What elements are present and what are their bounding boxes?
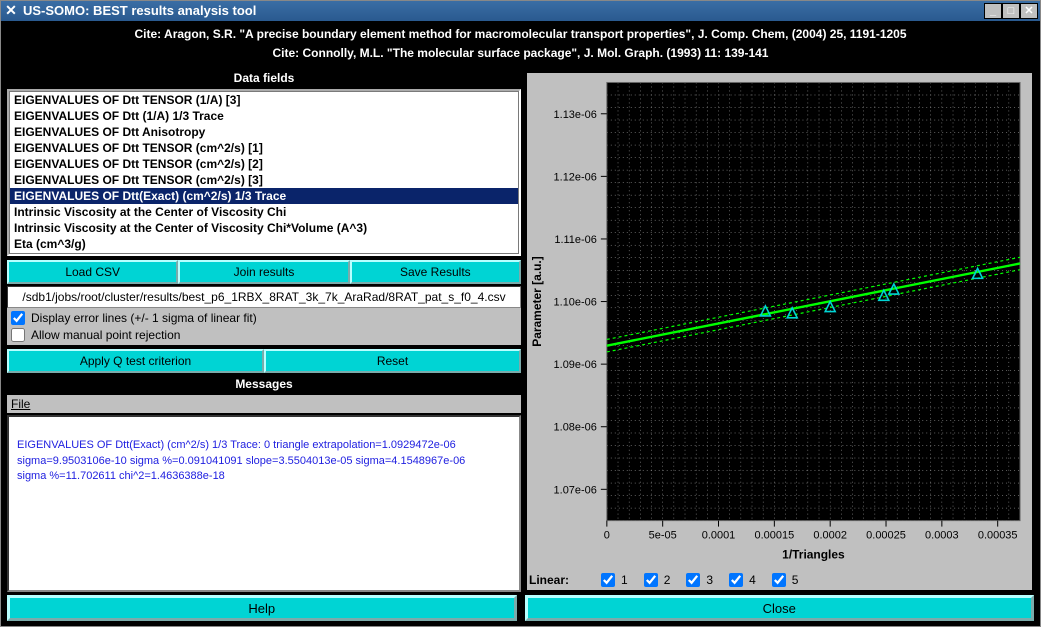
linear-option-label: 1: [621, 573, 628, 587]
messages-header: Messages: [7, 375, 521, 395]
csv-button-row: Load CSV Join results Save Results: [7, 260, 521, 284]
allow-manual-checkbox[interactable]: [11, 328, 25, 342]
citations: Cite: Aragon, S.R. "A precise boundary e…: [1, 21, 1040, 69]
svg-text:5e-05: 5e-05: [649, 530, 677, 542]
data-fields-header: Data fields: [7, 69, 521, 89]
svg-text:0.00035: 0.00035: [978, 530, 1018, 542]
linear-option: 5: [772, 573, 799, 587]
linear-option-label: 5: [792, 573, 799, 587]
app-icon: ✕: [3, 3, 19, 19]
right-panel: 0 5e-05 0.0001 0.00015 0.0002 0.00025 0.0003 0.…: [521, 69, 1034, 592]
join-results-button[interactable]: Join results: [178, 260, 349, 284]
left-panel: Data fields EIGENVALUES OF Dtt TENSOR (1…: [1, 69, 521, 592]
display-error-label: Display error lines (+/- 1 sigma of line…: [31, 311, 257, 325]
svg-text:1.09e-06: 1.09e-06: [554, 359, 597, 371]
svg-text:1.12e-06: 1.12e-06: [554, 171, 597, 183]
list-item[interactable]: EIGENVALUES OF Dtt TENSOR (1/A) [3]: [10, 92, 518, 108]
data-fields-frame: EIGENVALUES OF Dtt TENSOR (1/A) [3]EIGEN…: [7, 89, 521, 256]
window-title: US-SOMO: BEST results analysis tool: [23, 3, 256, 18]
load-csv-button[interactable]: Load CSV: [7, 260, 178, 284]
list-item[interactable]: EIGENVALUES OF Dtt TENSOR (cm^2/s) [2]: [10, 156, 518, 172]
footer: Help Close: [1, 592, 1040, 626]
file-menu[interactable]: File: [11, 397, 30, 411]
svg-text:Parameter [a.u.]: Parameter [a.u.]: [530, 256, 544, 346]
linear-checkbox-4[interactable]: [729, 573, 743, 587]
chart-area[interactable]: 0 5e-05 0.0001 0.00015 0.0002 0.00025 0.0003 0.…: [527, 73, 1032, 570]
messages-textarea[interactable]: EIGENVALUES OF Dtt(Exact) (cm^2/s) 1/3 T…: [7, 415, 521, 592]
help-button[interactable]: Help: [7, 595, 517, 621]
linear-option-label: 3: [706, 573, 713, 587]
linear-option: 3: [686, 573, 713, 587]
allow-manual-label: Allow manual point rejection: [31, 328, 180, 342]
svg-text:0.0002: 0.0002: [813, 530, 847, 542]
citation-line: Cite: Connolly, M.L. "The molecular surf…: [7, 44, 1034, 63]
q-test-row: Apply Q test criterion Reset: [7, 349, 521, 373]
linear-checkbox-3[interactable]: [686, 573, 700, 587]
svg-text:0.0003: 0.0003: [925, 530, 959, 542]
list-item[interactable]: EIGENVALUES OF Dtt(Exact) (cm^2/s) 1/3 T…: [10, 188, 518, 204]
linear-option-label: 2: [664, 573, 671, 587]
list-item[interactable]: Intrinsic Viscosity at the Center of Vis…: [10, 204, 518, 220]
linear-checkbox-5[interactable]: [772, 573, 786, 587]
titlebar: ✕ US-SOMO: BEST results analysis tool _ …: [1, 1, 1040, 21]
svg-text:0.00025: 0.00025: [866, 530, 906, 542]
messages-menubar: File: [7, 395, 521, 413]
list-item[interactable]: EIGENVALUES OF Dtt TENSOR (cm^2/s) [1]: [10, 140, 518, 156]
linear-checkbox-2[interactable]: [644, 573, 658, 587]
linear-label: Linear:: [529, 573, 569, 587]
close-button[interactable]: Close: [525, 595, 1035, 621]
window-controls: _ □ ✕: [984, 3, 1038, 19]
chart-svg: 0 5e-05 0.0001 0.00015 0.0002 0.00025 0.0003 0.…: [527, 73, 1032, 570]
data-fields-listbox[interactable]: EIGENVALUES OF Dtt TENSOR (1/A) [3]EIGEN…: [9, 91, 519, 254]
svg-text:0: 0: [604, 530, 610, 542]
svg-text:1.07e-06: 1.07e-06: [554, 484, 597, 496]
svg-text:0.00015: 0.00015: [755, 530, 795, 542]
linear-options-row: Linear: 1 2 3 4 5: [527, 570, 1032, 590]
list-item[interactable]: EIGENVALUES OF Dtt Anisotropy: [10, 124, 518, 140]
reset-button[interactable]: Reset: [264, 349, 521, 373]
csv-path-field[interactable]: /sdb1/jobs/root/cluster/results/best_p6_…: [7, 286, 521, 308]
apply-q-button[interactable]: Apply Q test criterion: [7, 349, 264, 373]
list-item[interactable]: Eta (cm^3/g): [10, 236, 518, 252]
list-item[interactable]: EIGENVALUES OF Dtt TENSOR (cm^2/s) [3]: [10, 172, 518, 188]
svg-text:1.13e-06: 1.13e-06: [554, 109, 597, 121]
close-window-button[interactable]: ✕: [1020, 3, 1038, 19]
svg-text:1.08e-06: 1.08e-06: [554, 422, 597, 434]
list-item[interactable]: Intrinsic Viscosity at the Center of Vis…: [10, 220, 518, 236]
display-error-row: Display error lines (+/- 1 sigma of line…: [7, 308, 521, 328]
app-window: ✕ US-SOMO: BEST results analysis tool _ …: [0, 0, 1041, 627]
linear-option: 4: [729, 573, 756, 587]
maximize-button[interactable]: □: [1002, 3, 1020, 19]
minimize-button[interactable]: _: [984, 3, 1002, 19]
save-results-button[interactable]: Save Results: [350, 260, 521, 284]
main-content: Data fields EIGENVALUES OF Dtt TENSOR (1…: [1, 69, 1040, 592]
svg-text:0.0001: 0.0001: [702, 530, 736, 542]
citation-line: Cite: Aragon, S.R. "A precise boundary e…: [7, 25, 1034, 44]
linear-checkbox-1[interactable]: [601, 573, 615, 587]
linear-option-label: 4: [749, 573, 756, 587]
linear-option: 1: [601, 573, 628, 587]
display-error-checkbox[interactable]: [11, 311, 25, 325]
svg-text:1/Triangles: 1/Triangles: [782, 548, 845, 562]
list-item[interactable]: EIGENVALUES OF Dtt (1/A) 1/3 Trace: [10, 108, 518, 124]
svg-text:1.11e-06: 1.11e-06: [554, 234, 597, 246]
allow-manual-row: Allow manual point rejection: [7, 328, 521, 345]
svg-text:1.10e-06: 1.10e-06: [554, 297, 597, 309]
linear-option: 2: [644, 573, 671, 587]
